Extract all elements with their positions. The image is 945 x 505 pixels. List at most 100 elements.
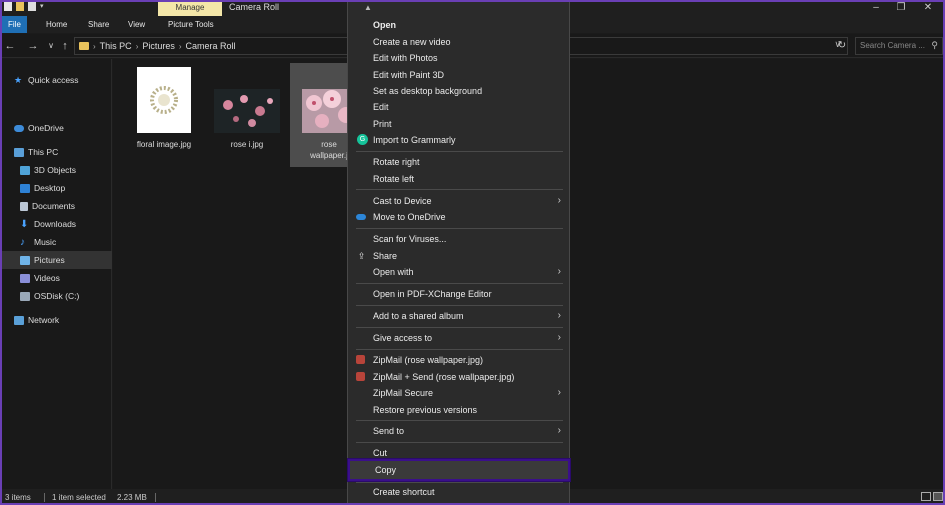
menu-item-create-video[interactable]: Create a new video bbox=[356, 34, 563, 50]
menu-item-open-pdf-xchange[interactable]: Open in PDF-XChange Editor bbox=[356, 286, 563, 302]
breadcrumb-separator-icon[interactable]: › bbox=[179, 42, 182, 51]
menu-label: Rotate left bbox=[373, 174, 415, 184]
zipmail-icon bbox=[356, 372, 365, 381]
nav-item-quick-access[interactable]: ★ Quick access bbox=[0, 71, 112, 89]
menu-separator bbox=[356, 189, 563, 190]
item-count: 3 items bbox=[5, 493, 31, 502]
menu-item-create-shortcut[interactable]: Create shortcut bbox=[356, 484, 563, 500]
menu-label: ZipMail + Send (rose wallpaper.jpg) bbox=[373, 372, 515, 382]
details-view-icon[interactable] bbox=[921, 492, 931, 501]
save-icon[interactable] bbox=[4, 2, 12, 11]
menu-label: Edit with Photos bbox=[373, 53, 438, 63]
menu-separator bbox=[356, 420, 563, 421]
back-icon[interactable]: ← bbox=[3, 38, 17, 54]
breadcrumb-this-pc[interactable]: This PC bbox=[100, 41, 132, 51]
menu-item-print[interactable]: Print bbox=[356, 116, 563, 132]
menu-item-edit-photos[interactable]: Edit with Photos bbox=[356, 50, 563, 66]
menu-item-zipmail-secure[interactable]: ZipMail Secure › bbox=[356, 385, 563, 401]
menu-label: Open bbox=[373, 20, 397, 30]
nav-item-music[interactable]: ♪ Music bbox=[0, 233, 112, 251]
nav-label: Network bbox=[28, 315, 60, 325]
pink-roses-image bbox=[223, 95, 273, 127]
pictures-icon bbox=[20, 255, 30, 265]
tab-manage[interactable]: Manage bbox=[158, 0, 222, 16]
minimize-icon[interactable]: – bbox=[866, 1, 886, 15]
menu-item-set-desktop-background[interactable]: Set as desktop background bbox=[356, 83, 563, 99]
menu-item-rotate-right[interactable]: Rotate right bbox=[356, 154, 563, 170]
folder-icon bbox=[79, 42, 89, 50]
menu-item-cast-to-device[interactable]: Cast to Device › bbox=[356, 193, 563, 209]
menu-item-import-grammarly[interactable]: G Import to Grammarly bbox=[356, 132, 563, 148]
menu-item-restore-versions[interactable]: Restore previous versions bbox=[356, 402, 563, 418]
menu-item-copy[interactable]: Copy bbox=[348, 459, 570, 481]
nav-item-onedrive[interactable]: OneDrive bbox=[0, 119, 112, 137]
menu-item-share[interactable]: ⇪ Share bbox=[356, 248, 563, 264]
tab-view[interactable]: View bbox=[120, 16, 153, 33]
menu-label: Open with bbox=[373, 267, 414, 277]
chevron-right-icon: › bbox=[557, 266, 561, 277]
breadcrumb-pictures[interactable]: Pictures bbox=[142, 41, 175, 51]
nav-item-network[interactable]: Network bbox=[0, 311, 112, 329]
nav-item-this-pc[interactable]: This PC bbox=[0, 143, 112, 161]
restore-icon[interactable]: ❐ bbox=[891, 1, 911, 15]
menu-item-add-shared-album[interactable]: Add to a shared album › bbox=[356, 308, 563, 324]
new-folder-icon[interactable] bbox=[28, 2, 36, 11]
forward-icon[interactable]: → bbox=[26, 38, 40, 54]
menu-label: Create shortcut bbox=[373, 487, 435, 497]
nav-label: Desktop bbox=[34, 183, 66, 193]
search-input[interactable]: Search Camera ... ⚲ bbox=[855, 37, 943, 55]
menu-item-open-with[interactable]: Open with › bbox=[356, 264, 563, 280]
nav-item-documents[interactable]: Documents bbox=[0, 197, 112, 215]
menu-item-zipmail[interactable]: ZipMail (rose wallpaper.jpg) bbox=[356, 352, 563, 368]
nav-item-3d-objects[interactable]: 3D Objects bbox=[0, 161, 112, 179]
menu-item-rotate-left[interactable]: Rotate left bbox=[356, 171, 563, 187]
menu-item-send-to[interactable]: Send to › bbox=[356, 423, 563, 439]
menu-label: Cut bbox=[373, 448, 388, 458]
menu-separator bbox=[356, 283, 563, 284]
menu-label: ZipMail Secure bbox=[373, 388, 434, 398]
breadcrumb-separator-icon[interactable]: › bbox=[93, 42, 96, 51]
tab-home[interactable]: Home bbox=[38, 16, 75, 33]
refresh-icon[interactable]: ↻ bbox=[834, 38, 850, 54]
chevron-right-icon: › bbox=[557, 195, 561, 206]
menu-item-edit[interactable]: Edit bbox=[356, 99, 563, 115]
menu-item-zipmail-send[interactable]: ZipMail + Send (rose wallpaper.jpg) bbox=[356, 369, 563, 385]
menu-item-scan-viruses[interactable]: Scan for Viruses... bbox=[356, 231, 563, 247]
tab-picture-tools[interactable]: Picture Tools bbox=[160, 16, 222, 33]
chevron-right-icon: › bbox=[557, 332, 561, 343]
menu-item-give-access[interactable]: Give access to › bbox=[356, 330, 563, 346]
nav-item-desktop[interactable]: Desktop bbox=[0, 179, 112, 197]
breadcrumb-camera-roll[interactable]: Camera Roll bbox=[186, 41, 236, 51]
rose-i-thumbnail bbox=[214, 89, 280, 133]
menu-label: Share bbox=[373, 251, 398, 261]
properties-icon[interactable] bbox=[16, 2, 24, 11]
menu-item-edit-paint3d[interactable]: Edit with Paint 3D bbox=[356, 67, 563, 83]
nav-label: Videos bbox=[34, 273, 60, 283]
tab-share[interactable]: Share bbox=[80, 16, 117, 33]
scroll-up-icon[interactable]: ▲ bbox=[364, 3, 372, 12]
file-item-rose-i[interactable]: rose i.jpg bbox=[208, 63, 286, 167]
breadcrumb-separator-icon[interactable]: › bbox=[136, 42, 139, 51]
search-placeholder: Search Camera ... bbox=[860, 41, 925, 50]
onedrive-icon bbox=[356, 214, 366, 220]
large-icons-view-icon[interactable] bbox=[933, 492, 943, 501]
nav-item-videos[interactable]: Videos bbox=[0, 269, 112, 287]
cube-icon bbox=[20, 165, 30, 175]
menu-item-move-onedrive[interactable]: Move to OneDrive bbox=[356, 209, 563, 225]
file-name: rose i.jpg bbox=[230, 140, 264, 149]
computer-icon bbox=[14, 147, 24, 157]
nav-label: Pictures bbox=[34, 255, 65, 265]
up-icon[interactable]: ↑ bbox=[58, 38, 72, 54]
nav-item-pictures[interactable]: Pictures bbox=[0, 251, 112, 269]
recent-locations-icon[interactable]: ∨ bbox=[44, 38, 58, 54]
file-item-floral-image[interactable]: floral image.jpg bbox=[125, 63, 203, 167]
nav-item-downloads[interactable]: ⬇ Downloads bbox=[0, 215, 112, 233]
menu-item-open[interactable]: Open bbox=[356, 17, 563, 33]
menu-label: Move to OneDrive bbox=[373, 212, 446, 222]
tab-file[interactable]: File bbox=[2, 16, 27, 33]
close-icon[interactable]: ✕ bbox=[918, 1, 938, 15]
qat-dropdown-icon[interactable]: ▾ bbox=[40, 2, 46, 11]
status-divider bbox=[44, 493, 45, 502]
nav-item-osdisk[interactable]: OSDisk (C:) bbox=[0, 287, 112, 305]
cloud-icon bbox=[14, 124, 24, 132]
